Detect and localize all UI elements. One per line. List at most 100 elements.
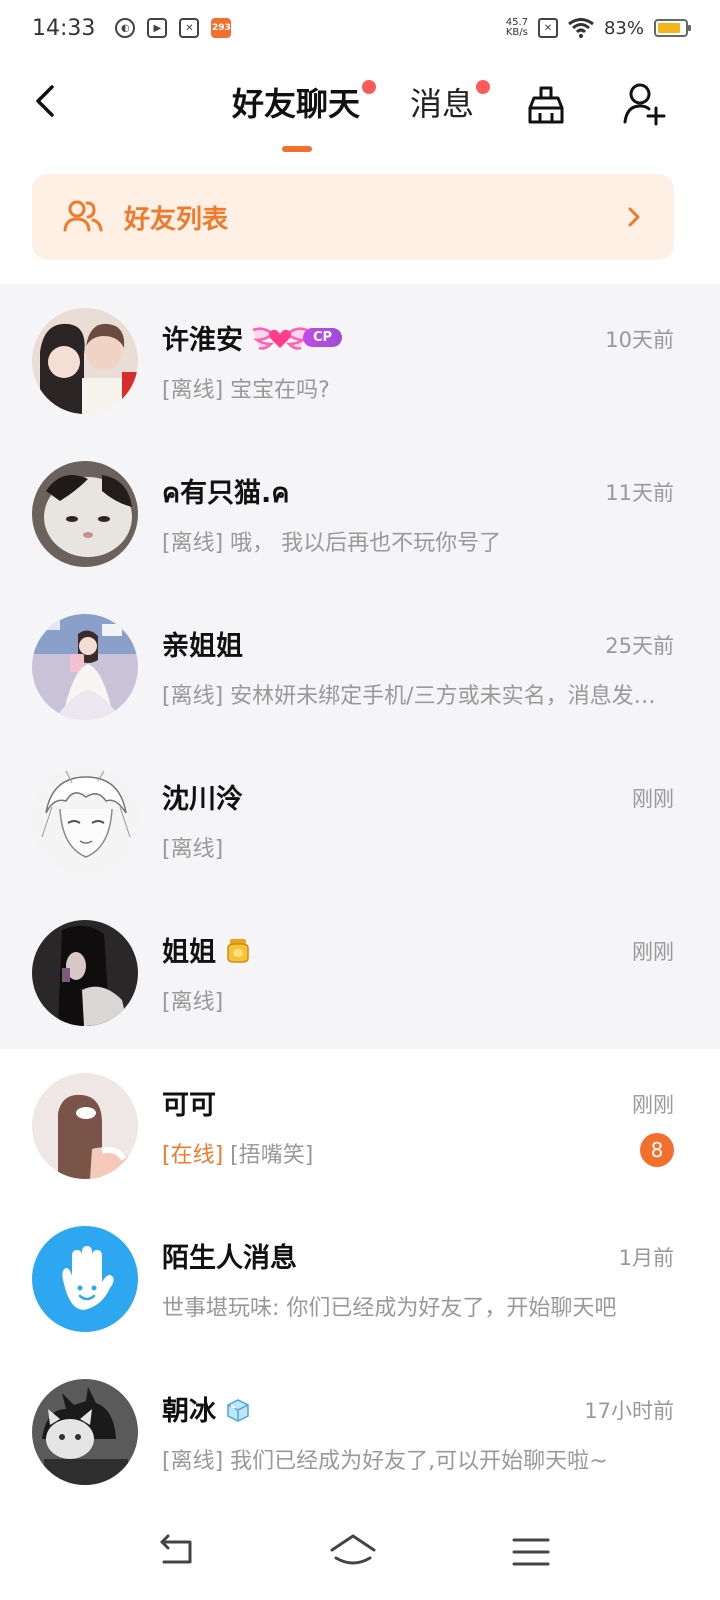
chat-status: [离线] bbox=[162, 837, 224, 862]
chat-preview-text: 安林妍未绑定手机/三方或未实名，消息发送失败 bbox=[223, 684, 676, 709]
notification-badge-icon: 293 bbox=[211, 18, 232, 38]
chat-item[interactable]: 朝冰 17小时前 [离线] 我们已经成为好友了,可以开始聊天啦~ bbox=[0, 1355, 720, 1508]
game-icon: ✕ bbox=[179, 18, 200, 38]
chat-name: ค有只猫.ค bbox=[162, 471, 289, 514]
chat-time: 刚刚 bbox=[632, 787, 674, 811]
chat-item[interactable]: ค有只猫.ค 11天前 [离线] 哦， 我以后再也不玩你号了 bbox=[0, 437, 720, 590]
chat-item[interactable]: 可可 刚刚 [在线] [捂嘴笑] 8 bbox=[0, 1049, 720, 1202]
sim-off-icon: ✕ bbox=[537, 18, 558, 38]
chat-preview: [离线] 哦， 我以后再也不玩你号了 bbox=[162, 525, 676, 557]
chat-preview-text: 我们已经成为好友了,可以开始聊天啦~ bbox=[223, 1449, 608, 1474]
chat-name: 可可 bbox=[162, 1083, 216, 1122]
chat-name-text: 朝冰 bbox=[162, 1396, 216, 1427]
chat-name-text: ค有只猫.ค bbox=[162, 478, 290, 509]
tab-friend-chat[interactable]: 好友聊天 bbox=[232, 80, 377, 126]
chat-name: 沈川泠 bbox=[162, 777, 243, 816]
cp-badge-label: CP bbox=[303, 328, 343, 347]
chat-time: 10天前 bbox=[605, 328, 674, 352]
chat-preview: 世事堪玩味: 你们已经成为好友了，开始聊天吧 bbox=[162, 1290, 618, 1322]
chat-name: 许淮安 CP bbox=[162, 318, 343, 357]
battery-fill bbox=[658, 23, 680, 33]
broom-clean-icon[interactable] bbox=[524, 84, 568, 128]
system-nav-bar bbox=[0, 1510, 720, 1600]
chat-item[interactable]: 许淮安 CP 10天前 [离线] 宝宝在吗? bbox=[0, 284, 720, 437]
data-saver-icon: ◐ bbox=[115, 18, 136, 38]
status-left: 14:33 ◐ ▶ ✕ 293 bbox=[32, 15, 232, 41]
avatar bbox=[32, 920, 138, 1026]
chat-preview-text: 世事堪玩味: 你们已经成为好友了，开始聊天吧 bbox=[162, 1296, 617, 1321]
back-button[interactable] bbox=[30, 85, 60, 117]
status-time: 14:33 bbox=[32, 15, 96, 41]
cp-badge: CP bbox=[251, 326, 343, 350]
people-icon bbox=[63, 200, 103, 232]
avatar bbox=[32, 1073, 138, 1179]
net-speed-unit: KB/s bbox=[505, 27, 528, 38]
chat-status: [离线] bbox=[162, 531, 224, 556]
chat-name: 亲姐姐 bbox=[162, 624, 243, 663]
battery-percent: 83% bbox=[603, 17, 644, 39]
chat-item[interactable]: 沈川泠 刚刚 [离线] bbox=[0, 743, 720, 896]
tab-messages-label: 消息 bbox=[410, 85, 475, 123]
chevron-left-icon bbox=[36, 85, 54, 117]
chat-item[interactable]: 亲姐姐 25天前 [离线] 安林妍未绑定手机/三方或未实名，消息发送失败 bbox=[0, 590, 720, 743]
chat-preview-text: [捂嘴笑] bbox=[223, 1143, 314, 1168]
chat-status: [离线] bbox=[162, 684, 224, 709]
chat-name-text: 可可 bbox=[162, 1090, 216, 1121]
chat-status: [离线] bbox=[162, 1449, 224, 1474]
friend-list-banner[interactable]: 好友列表 bbox=[32, 174, 674, 260]
chat-list: 许淮安 CP 10天前 [离线] 宝宝在吗? ค有只猫.ค 11天前 [离线] … bbox=[0, 284, 720, 1508]
unread-badge: 8 bbox=[640, 1133, 674, 1167]
header: 好友聊天 消息 bbox=[0, 56, 720, 160]
tab-messages[interactable]: 消息 bbox=[410, 80, 491, 126]
chat-time: 刚刚 bbox=[632, 940, 674, 964]
avatar bbox=[32, 1226, 138, 1332]
chat-preview: [离线] bbox=[162, 831, 676, 863]
chat-time: 1月前 bbox=[618, 1246, 674, 1270]
ice-cube-icon bbox=[227, 1398, 249, 1422]
chat-name-text: 陌生人消息 bbox=[162, 1243, 297, 1274]
friend-list-label: 好友列表 bbox=[124, 204, 229, 235]
status-right: 45.7 KB/s ✕ 83% bbox=[506, 17, 691, 39]
chat-status: [离线] bbox=[162, 378, 224, 403]
avatar bbox=[32, 308, 138, 414]
chat-time: 25天前 bbox=[605, 634, 674, 658]
tab-indicator bbox=[282, 146, 312, 152]
chat-preview: [离线] bbox=[162, 984, 676, 1016]
chat-preview: [离线] 安林妍未绑定手机/三方或未实名，消息发送失败 bbox=[162, 678, 676, 710]
chat-name-text: 沈川泠 bbox=[162, 784, 243, 815]
add-friend-icon[interactable] bbox=[622, 82, 666, 126]
avatar bbox=[32, 1379, 138, 1485]
avatar bbox=[32, 614, 138, 720]
chat-time: 17小时前 bbox=[584, 1399, 674, 1423]
chat-name: 陌生人消息 bbox=[162, 1236, 297, 1275]
tab-messages-dot bbox=[476, 80, 491, 94]
chat-name-text: 姐姐 bbox=[162, 937, 216, 968]
honey-jar-icon bbox=[227, 938, 249, 963]
chat-preview-text: 宝宝在吗? bbox=[223, 378, 330, 403]
chat-name-text: 许淮安 bbox=[162, 325, 243, 356]
chat-name: 朝冰 bbox=[162, 1389, 252, 1428]
avatar bbox=[32, 461, 138, 567]
status-bar: 14:33 ◐ ▶ ✕ 293 45.7 KB/s ✕ 83% bbox=[0, 0, 720, 56]
chat-preview: [离线] 宝宝在吗? bbox=[162, 372, 676, 404]
chat-status: [离线] bbox=[162, 990, 224, 1015]
battery-icon bbox=[654, 19, 691, 37]
nav-menu-icon[interactable] bbox=[508, 1532, 554, 1572]
chat-name: 姐姐 bbox=[162, 930, 252, 969]
chat-preview: [离线] 我们已经成为好友了,可以开始聊天啦~ bbox=[162, 1443, 676, 1475]
tab-friend-chat-label: 好友聊天 bbox=[232, 85, 361, 123]
chat-name-text: 亲姐姐 bbox=[162, 631, 243, 662]
net-speed: 45.7 KB/s bbox=[506, 18, 528, 38]
chat-status-online: [在线] bbox=[162, 1143, 224, 1168]
chat-time: 刚刚 bbox=[632, 1093, 674, 1117]
nav-home-icon[interactable] bbox=[330, 1532, 376, 1572]
nav-back-icon[interactable] bbox=[154, 1532, 200, 1572]
chat-time: 11天前 bbox=[605, 481, 674, 505]
chat-preview-text: 哦， 我以后再也不玩你号了 bbox=[223, 531, 502, 556]
video-camera-icon: ▶ bbox=[147, 18, 168, 38]
chevron-right-icon bbox=[628, 207, 640, 227]
chat-item[interactable]: 姐姐 刚刚 [离线] bbox=[0, 896, 720, 1049]
avatar bbox=[32, 767, 138, 873]
tab-friend-chat-dot bbox=[362, 80, 377, 94]
chat-item[interactable]: 陌生人消息 1月前 世事堪玩味: 你们已经成为好友了，开始聊天吧 bbox=[0, 1202, 720, 1355]
